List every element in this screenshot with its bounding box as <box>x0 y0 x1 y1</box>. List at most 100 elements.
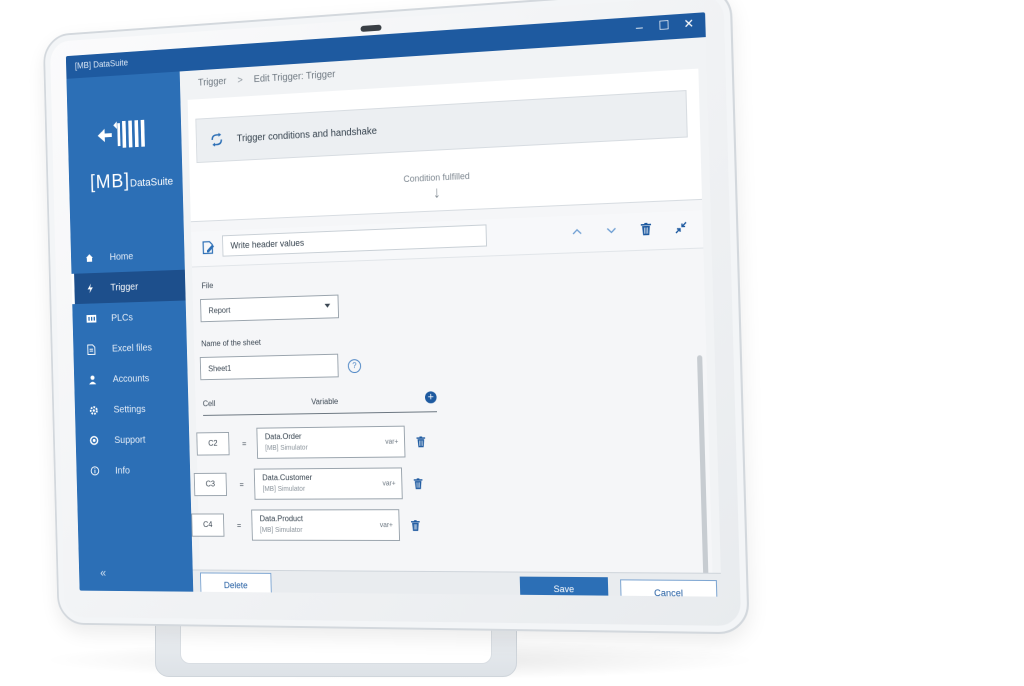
scrollbar[interactable] <box>697 355 709 584</box>
cell-input[interactable]: C3 <box>193 472 228 497</box>
sidebar-item-trigger[interactable]: Trigger <box>71 269 186 305</box>
move-up-button[interactable] <box>570 224 584 239</box>
breadcrumb-separator: > <box>237 75 243 87</box>
help-icon[interactable]: ? <box>347 359 362 374</box>
equals-sign: = <box>241 439 247 449</box>
sidebar-item-label: Support <box>114 434 146 446</box>
variable-field[interactable]: Data.Order [MB] Simulator var+ <box>256 425 406 459</box>
trigger-condition-icon <box>209 133 224 147</box>
trash-icon <box>413 478 423 490</box>
sidebar-item-support[interactable]: Support <box>75 424 189 456</box>
trash-icon <box>640 222 652 236</box>
app-title: [MB] DataSuite <box>74 57 129 71</box>
sidebar-nav: Home Trigger PLCs Excel files Accounts S… <box>71 239 191 486</box>
sidebar-item-excel-files[interactable]: Excel files <box>73 331 187 365</box>
chevron-down-icon <box>606 227 616 234</box>
app-window: [MB] DataSuite – ☐ ✕ [MB]DataSuite Home … <box>65 12 722 597</box>
action-card: File Report Name of the sheet Sheet1 ? C… <box>190 198 713 584</box>
trash-icon <box>411 520 420 531</box>
sidebar-item-label: Home <box>109 251 134 263</box>
sidebar-item-info[interactable]: Info <box>76 455 190 487</box>
table-row: C3 = Data.Customer [MB] Simulator var+ <box>193 467 438 500</box>
cancel-button[interactable]: Cancel <box>620 579 718 597</box>
support-icon <box>90 435 115 445</box>
dropdown-caret-icon <box>324 303 331 308</box>
variable-field[interactable]: Data.Customer [MB] Simulator var+ <box>253 467 403 500</box>
delete-row-button[interactable] <box>416 434 426 452</box>
sheet-name-label: Name of the sheet <box>201 338 262 349</box>
sidebar-item-plcs[interactable]: PLCs <box>72 301 186 335</box>
collapse-arrows-icon <box>675 221 688 234</box>
trigger-conditions-card[interactable]: Trigger conditions and handshake <box>195 90 688 164</box>
collapse-action-button[interactable] <box>674 220 689 235</box>
save-button[interactable]: Save <box>519 576 609 597</box>
variable-name: Data.Customer <box>262 473 313 483</box>
sidebar-item-label: Accounts <box>112 373 150 385</box>
variable-name: Data.Order <box>264 431 302 442</box>
sidebar: [MB]DataSuite Home Trigger PLCs Excel fi… <box>66 71 194 592</box>
main-panel: Trigger > Edit Trigger: Trigger Trigger … <box>180 37 722 597</box>
delete-action-button[interactable] <box>639 222 654 237</box>
mapping-table-header: Cell Variable + <box>202 391 437 416</box>
add-row-button[interactable]: + <box>424 391 437 404</box>
move-down-button[interactable] <box>604 223 619 238</box>
breadcrumb-current: Edit Trigger: Trigger <box>253 69 336 86</box>
sidebar-item-label: Excel files <box>111 342 153 354</box>
sheet-name-value: Sheet1 <box>208 364 232 374</box>
delete-row-button[interactable] <box>413 476 423 494</box>
minimize-button[interactable]: – <box>633 19 646 35</box>
write-file-icon <box>202 241 215 260</box>
logo-name: DataSuite <box>129 175 174 190</box>
sidebar-item-home[interactable]: Home <box>71 239 185 274</box>
file-select[interactable]: Report <box>200 294 340 323</box>
breadcrumb: Trigger > Edit Trigger: Trigger <box>198 69 336 88</box>
sidebar-item-label: PLCs <box>111 312 133 324</box>
logo-text: [MB]DataSuite <box>90 168 173 194</box>
chevron-up-icon <box>572 229 582 236</box>
cell-input[interactable]: C2 <box>196 431 230 456</box>
column-header-cell: Cell <box>202 399 216 409</box>
window-controls: – ☐ ✕ <box>633 16 695 35</box>
editor-content: Trigger conditions and handshake Conditi… <box>187 68 713 584</box>
footer-bar: Delete Save Cancel <box>192 569 722 597</box>
table-row: C4 = Data.Product [MB] Simulator var+ <box>191 509 435 541</box>
maximize-button[interactable]: ☐ <box>658 18 671 33</box>
logo: [MB]DataSuite <box>88 113 173 213</box>
sheet-name-input[interactable]: Sheet1 <box>199 353 339 381</box>
gear-icon <box>89 404 114 415</box>
file-icon <box>87 343 112 354</box>
plc-icon <box>86 313 111 323</box>
condition-fulfilled-label: Condition fulfilled <box>403 170 470 185</box>
collapse-sidebar-button[interactable]: « <box>100 566 106 579</box>
sidebar-item-accounts[interactable]: Accounts <box>74 362 188 395</box>
camera <box>360 24 382 32</box>
info-icon <box>90 466 115 476</box>
variable-field[interactable]: Data.Product [MB] Simulator var+ <box>251 509 401 541</box>
variable-name: Data.Product <box>259 514 304 524</box>
variable-add-button[interactable]: var+ <box>382 480 395 487</box>
user-icon <box>88 374 113 385</box>
variable-source: [MB] Simulator <box>265 444 308 452</box>
cell-input[interactable]: C4 <box>191 513 225 537</box>
file-select-value: Report <box>208 305 231 316</box>
sidebar-item-label: Info <box>115 465 131 476</box>
sidebar-item-settings[interactable]: Settings <box>75 393 189 426</box>
variable-source: [MB] Simulator <box>262 485 306 493</box>
action-name-input[interactable] <box>222 224 488 257</box>
home-icon <box>85 252 110 262</box>
action-toolbar <box>570 220 689 239</box>
equals-sign: = <box>239 480 244 490</box>
trigger-conditions-label: Trigger conditions and handshake <box>236 125 378 144</box>
lightning-icon <box>86 283 111 294</box>
variable-add-button[interactable]: var+ <box>385 439 398 446</box>
table-row: C2 = Data.Order [MB] Simulator var+ <box>196 425 440 459</box>
sidebar-item-label: Trigger <box>110 281 139 293</box>
tablet-frame: [MB] DataSuite – ☐ ✕ [MB]DataSuite Home … <box>42 0 750 635</box>
variable-add-button[interactable]: var+ <box>380 522 393 529</box>
delete-button[interactable]: Delete <box>199 572 272 597</box>
delete-row-button[interactable] <box>411 518 420 536</box>
breadcrumb-root[interactable]: Trigger <box>198 76 227 88</box>
trash-icon <box>416 436 426 448</box>
close-button[interactable]: ✕ <box>682 16 695 31</box>
file-label: File <box>201 281 214 291</box>
